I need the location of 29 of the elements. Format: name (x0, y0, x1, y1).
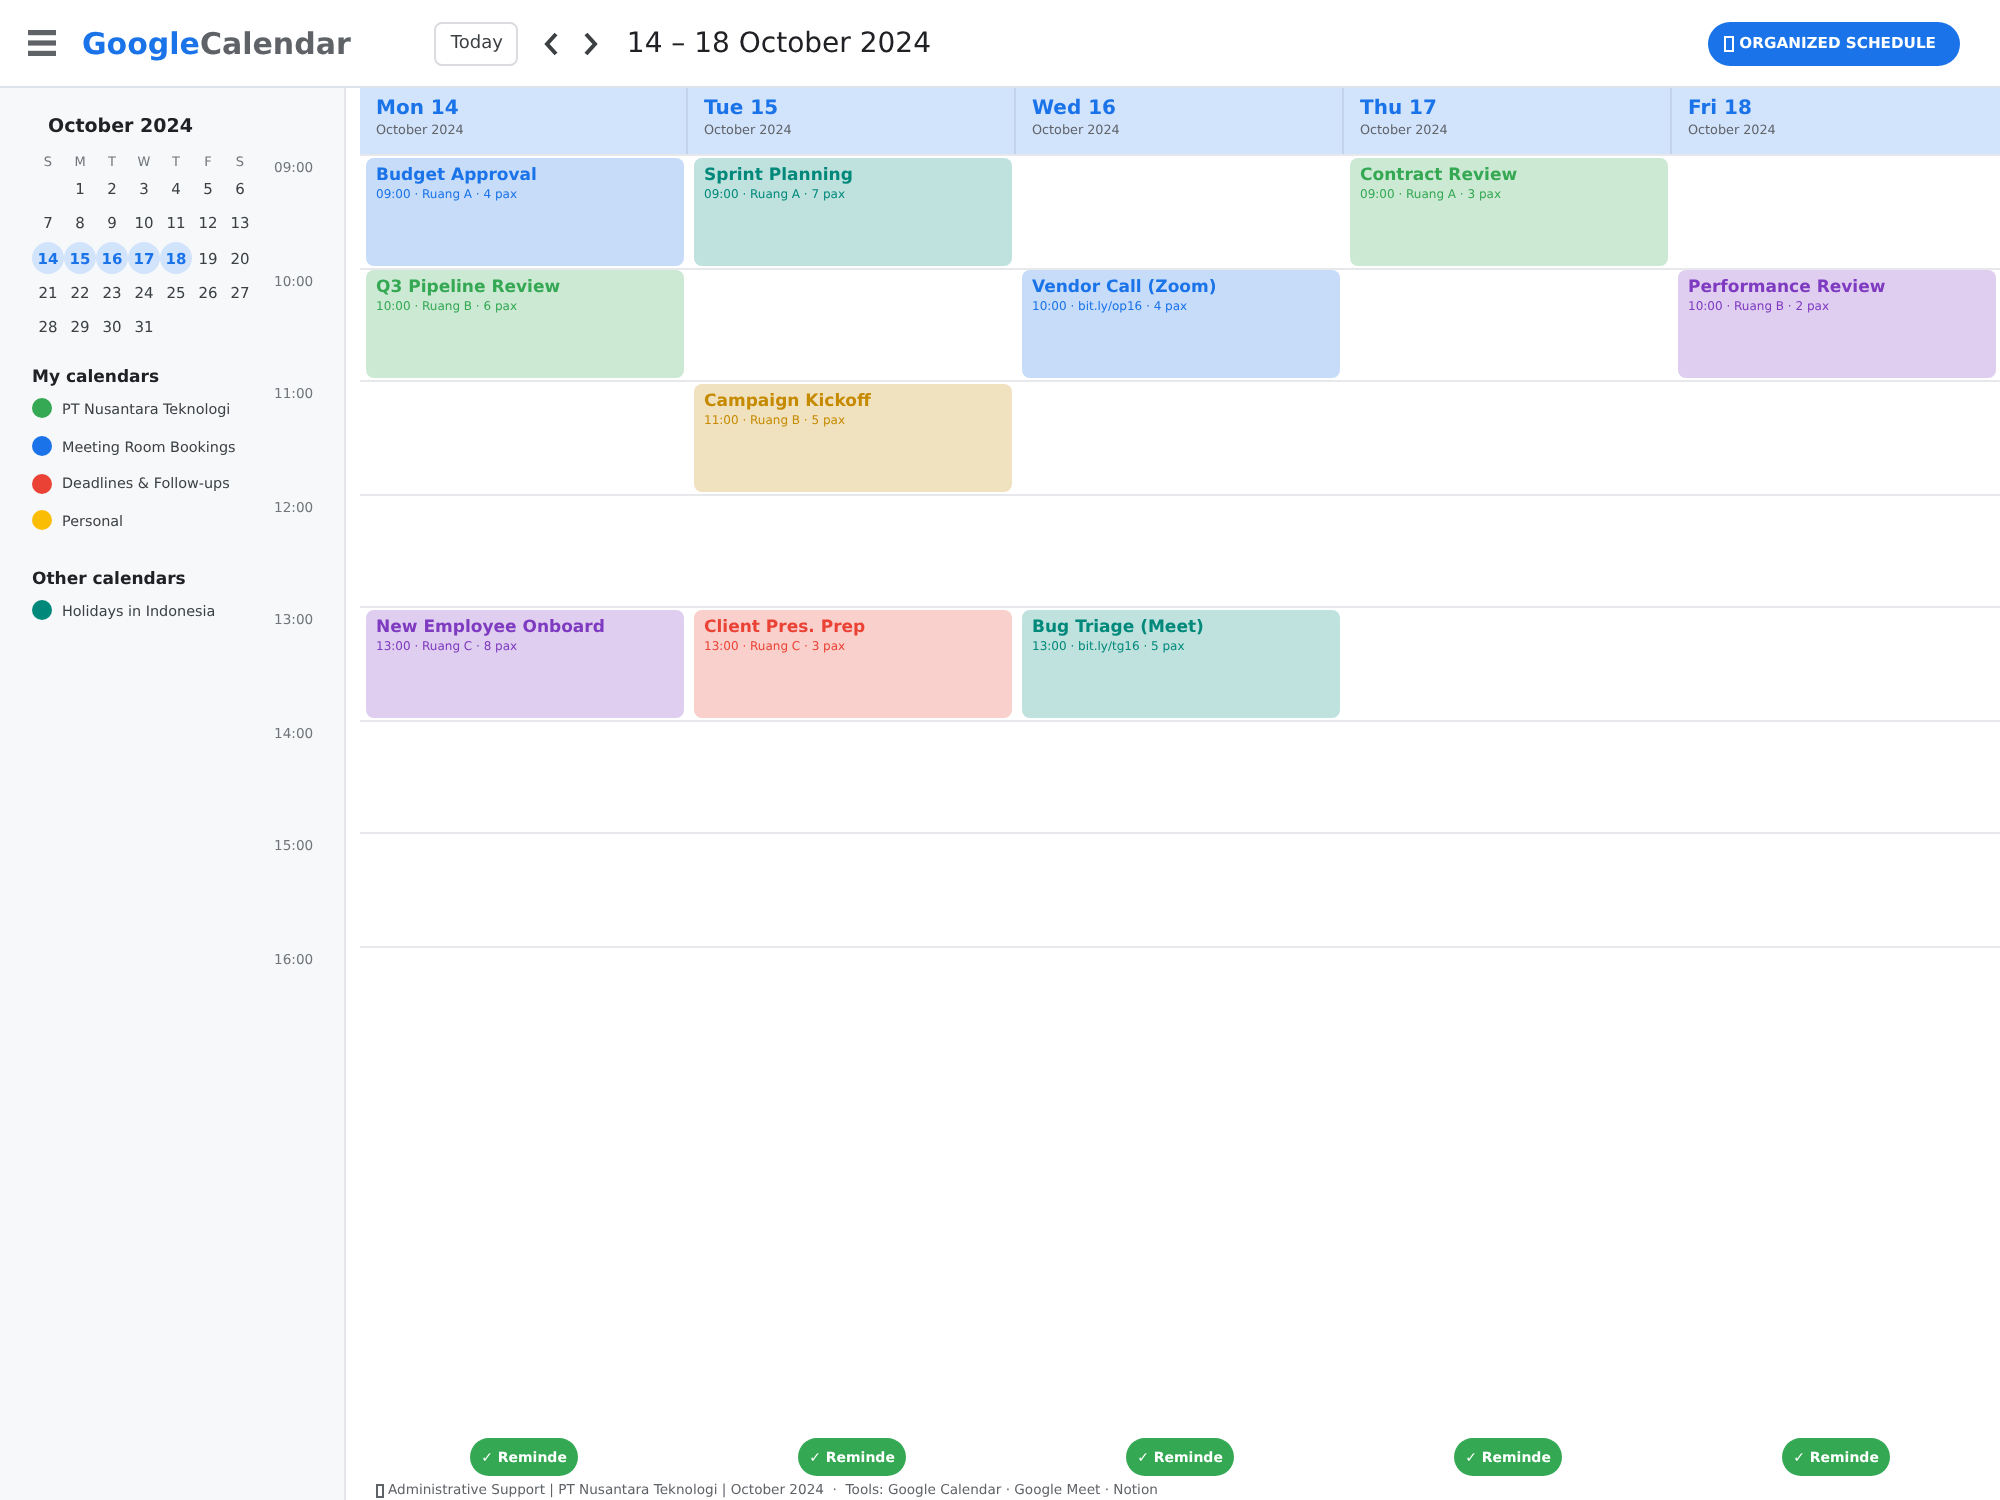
today-button[interactable]: Today (434, 21, 519, 65)
missing-glyph-icon (376, 1483, 384, 1497)
day-name: Mon 14 (376, 98, 461, 122)
day-name: Wed 16 (1032, 98, 1119, 122)
event-title: Client Pres. Prep (704, 617, 868, 637)
next-week-button[interactable] (584, 31, 599, 55)
event-title: Q3 Pipeline Review (376, 278, 563, 298)
event-title: Bug Triage (Meet) (1032, 617, 1206, 637)
event-title: Campaign Kickoff (704, 391, 873, 411)
event-title: Performance Review (1688, 278, 1888, 298)
event-title: Sprint Planning (704, 165, 855, 185)
day-name: Tue 15 (704, 98, 781, 122)
missing-glyph-icon (1723, 35, 1734, 51)
menu-button[interactable] (28, 30, 56, 56)
day-name: Fri 18 (1688, 98, 1754, 122)
menu-icon (28, 30, 56, 56)
mini-calendar-title: October 2024 (46, 116, 195, 140)
date-range-title: 14 – 18 October 2024 (626, 27, 931, 59)
app-title: GoogleCalendar (82, 25, 351, 61)
event-title: Vendor Call (Zoom) (1032, 278, 1219, 298)
event-title: Budget Approval (376, 165, 539, 185)
calendar-group-title: My calendars (32, 367, 162, 390)
calendar-group-title: Other calendars (32, 569, 188, 592)
previous-week-button[interactable] (544, 31, 559, 55)
event-title: Contract Review (1360, 165, 1520, 185)
day-name: Thu 17 (1360, 98, 1439, 122)
chevron-left-icon (544, 31, 559, 55)
chevron-right-icon (584, 31, 599, 55)
event-title: New Employee Onboard (376, 617, 607, 637)
